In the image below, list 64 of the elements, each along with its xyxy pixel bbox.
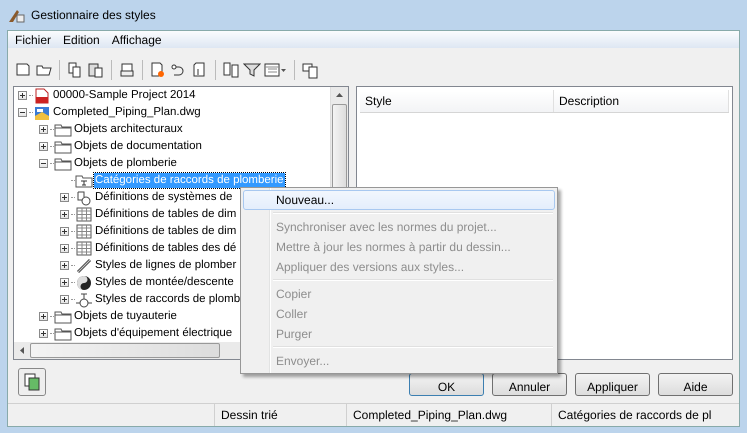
yin-yang-icon xyxy=(76,274,92,291)
status-text: Dessin trié xyxy=(214,404,346,426)
drawing-file-icon xyxy=(34,104,50,121)
expand-icon[interactable] xyxy=(39,312,48,322)
tree-item[interactable]: Définitions de tables de dim xyxy=(94,224,238,240)
tree-item[interactable]: Styles de lignes de plomber xyxy=(94,258,238,274)
app-icon xyxy=(7,7,25,23)
compare-icon[interactable] xyxy=(222,60,240,79)
dialog-button[interactable]: Appliquer xyxy=(575,373,650,396)
collapse-icon[interactable] xyxy=(39,159,48,168)
tree-item[interactable]: Définitions de tables de dim xyxy=(94,207,238,222)
status-text: Completed_Piping_Plan.dwg xyxy=(346,404,551,426)
paste-icon[interactable] xyxy=(87,60,105,79)
column-header[interactable]: Description xyxy=(554,90,729,112)
table-icon xyxy=(76,241,92,256)
menu-item[interactable]: Fichier xyxy=(10,32,56,47)
tree-item[interactable]: Styles de montée/descente xyxy=(94,275,235,290)
properties-icon[interactable] xyxy=(301,60,319,79)
folder-icon xyxy=(54,122,72,137)
fitting-icon xyxy=(75,292,93,308)
column-header[interactable]: Style xyxy=(360,90,554,112)
window-title: Gestionnaire des styles xyxy=(31,8,156,22)
table-icon xyxy=(76,207,92,222)
filter-icon[interactable] xyxy=(243,60,261,79)
expand-icon[interactable] xyxy=(39,142,48,152)
tree-item[interactable]: Completed_Piping_Plan.dwg xyxy=(52,105,202,120)
tree-item[interactable]: 00000-Sample Project 2014 xyxy=(52,88,197,104)
view-icon[interactable] xyxy=(264,60,288,79)
collapse-icon[interactable] xyxy=(18,108,27,118)
expand-icon[interactable] xyxy=(39,125,48,134)
expand-icon[interactable] xyxy=(18,91,27,100)
folder-icon xyxy=(54,326,72,341)
expand-icon[interactable] xyxy=(39,329,48,338)
expand-icon[interactable] xyxy=(60,278,69,288)
folder-icon xyxy=(54,310,72,324)
expand-icon[interactable] xyxy=(60,261,69,270)
properties-icon[interactable] xyxy=(18,368,46,396)
tree-item[interactable]: Objets architecturaux xyxy=(73,122,184,138)
expand-icon[interactable] xyxy=(60,210,69,220)
expand-icon[interactable] xyxy=(60,193,69,202)
dialog-button[interactable]: Aide xyxy=(658,373,733,396)
status-text: Catégories de raccords de pl xyxy=(551,404,739,426)
tree-item[interactable]: Objets de tuyauterie xyxy=(73,309,178,324)
menu-item[interactable]: Edition xyxy=(58,32,105,47)
expand-icon[interactable] xyxy=(60,295,69,304)
menu-item[interactable]: Affichage xyxy=(106,32,167,47)
tree-item[interactable]: Objets d'équipement électrique xyxy=(73,326,234,342)
new-style-icon[interactable] xyxy=(149,60,167,79)
tree-item[interactable]: Objets de plomberie xyxy=(73,156,178,172)
dialog-button[interactable]: Annuler xyxy=(492,373,567,396)
dialog-button[interactable]: OK xyxy=(409,373,484,396)
tree-item[interactable]: Définitions de systèmes de xyxy=(94,190,234,206)
expand-icon[interactable] xyxy=(60,244,69,254)
folder-icon xyxy=(75,174,93,188)
table-icon xyxy=(76,224,92,240)
folder-icon xyxy=(54,156,72,171)
tree-item[interactable]: Objets de documentation xyxy=(73,139,203,154)
tree-item[interactable]: Styles de raccords de plomb xyxy=(94,292,242,308)
tree-item[interactable]: Définitions de tables des dé xyxy=(94,241,238,256)
menu-item[interactable]: Nouveau... xyxy=(243,190,555,210)
expand-icon[interactable] xyxy=(60,227,69,236)
folder-icon xyxy=(54,140,72,154)
pipe-line-icon xyxy=(76,258,92,274)
valve-icon xyxy=(75,190,93,206)
